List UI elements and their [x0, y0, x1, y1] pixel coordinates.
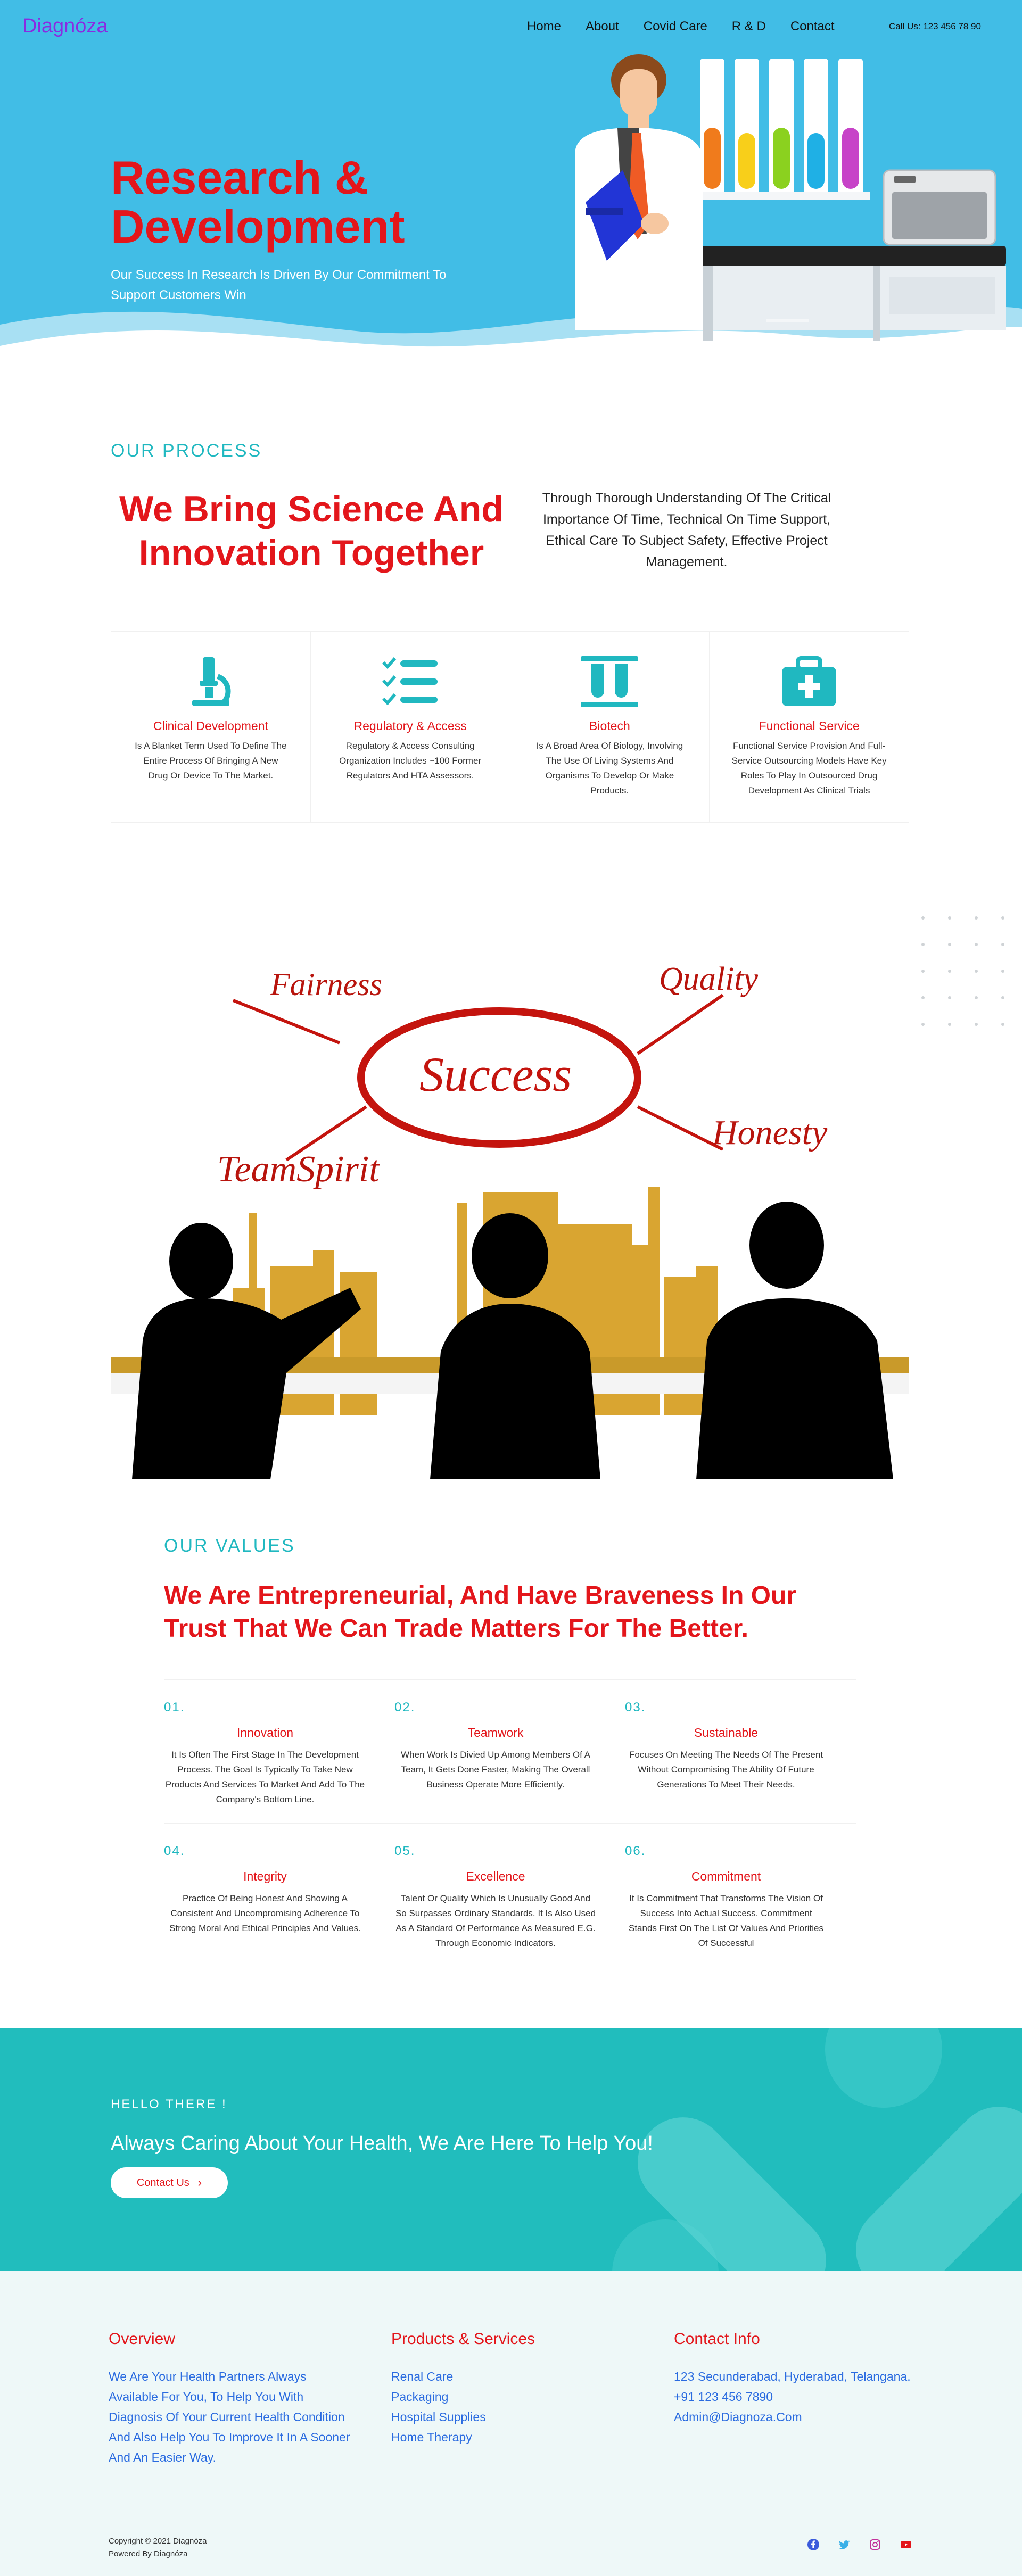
call-us-text: Call Us: 123 456 78 90 — [889, 21, 981, 31]
footer-products-title: Products & Services — [391, 2330, 535, 2348]
process-card-title: Functional Service — [759, 719, 860, 733]
values-grid: 01. Innovation It Is Often The First Sta… — [164, 1679, 856, 1967]
medical-kit-icon — [782, 656, 837, 706]
process-card-biotech: Biotech Is A Broad Area Of Biology, Invo… — [510, 632, 710, 822]
footer-email[interactable]: Admin@Diagnoza.Com — [674, 2407, 911, 2427]
value-title: Integrity — [243, 1869, 287, 1883]
footer-contact-list: 123 Secunderabad, Hyderabad, Telangana. … — [674, 2366, 911, 2427]
nav-about[interactable]: About — [586, 19, 619, 34]
cta-section: HELLO THERE ! Always Caring About Your H… — [0, 2028, 1022, 2271]
nav-r-and-d[interactable]: R & D — [732, 19, 766, 34]
scientist-lab-illustration — [575, 54, 1006, 341]
value-item-integrity: 04. Integrity Practice Of Being Honest A… — [164, 1844, 394, 1967]
footer-link-home-therapy[interactable]: Home Therapy — [391, 2427, 486, 2447]
site-logo[interactable]: Diagnóza — [22, 15, 108, 38]
value-desc: Practice Of Being Honest And Showing A C… — [169, 1893, 361, 1933]
value-item-excellence: 05. Excellence Talent Or Quality Which I… — [394, 1844, 625, 1967]
value-item-sustainable: 03. Sustainable Focuses On Meeting The N… — [625, 1700, 855, 1823]
instagram-icon[interactable] — [869, 2538, 881, 2551]
value-item-teamwork: 02. Teamwork When Work Is Divied Up Amon… — [394, 1700, 625, 1823]
value-number: 02. — [394, 1700, 416, 1714]
value-item-innovation: 01. Innovation It Is Often The First Sta… — [164, 1700, 394, 1823]
illustration-word-teamspirit: TeamSpirit — [217, 1149, 380, 1190]
checklist-icon — [382, 657, 438, 706]
footer: Overview We Are Your Health Partners Alw… — [0, 2271, 1022, 2576]
twitter-icon[interactable] — [838, 2538, 851, 2551]
nav-contact[interactable]: Contact — [790, 19, 835, 34]
value-title: Sustainable — [694, 1726, 759, 1740]
value-desc: When Work Is Divied Up Among Members Of … — [401, 1750, 590, 1790]
copyright-text: Copyright © 2021 Diagnóza — [109, 2537, 207, 2546]
value-desc: It Is Often The First Stage In The Devel… — [165, 1750, 365, 1804]
nav-home[interactable]: Home — [527, 19, 561, 34]
main-nav: Home About Covid Care R & D Contact — [527, 19, 859, 34]
chevron-right-icon: › — [197, 2176, 202, 2189]
cta-eyebrow: HELLO THERE ! — [111, 2097, 227, 2111]
value-item-commitment: 06. Commitment It Is Commitment That Tra… — [625, 1844, 855, 1967]
process-title: We Bring Science And Innovation Together — [119, 489, 504, 573]
process-card-desc: Functional Service Provision And Full-Se… — [731, 741, 887, 796]
value-title: Excellence — [466, 1869, 525, 1883]
process-card-title: Biotech — [589, 719, 630, 733]
footer-overview-title: Overview — [109, 2330, 176, 2348]
value-number: 06. — [625, 1844, 646, 1858]
process-card-desc: Is A Broad Area Of Biology, Involving Th… — [536, 741, 683, 796]
page-title: Research & Development — [111, 151, 405, 253]
value-desc: Focuses On Meeting The Needs Of The Pres… — [629, 1750, 823, 1790]
decorative-dots — [921, 916, 1004, 1026]
value-number: 04. — [164, 1844, 185, 1858]
process-card-clinical: Clinical Development Is A Blanket Term U… — [111, 632, 311, 822]
value-title: Teamwork — [467, 1726, 524, 1740]
process-card-title: Regulatory & Access — [353, 719, 467, 733]
values-eyebrow: OUR VALUES — [164, 1536, 295, 1556]
footer-copyright: Copyright © 2021 Diagnóza Powered By Dia… — [109, 2535, 207, 2561]
hero-section: Diagnóza Home About Covid Care R & D Con… — [0, 0, 1022, 372]
powered-by-text: Powered By Diagnóza — [109, 2549, 188, 2558]
footer-link-hospital-supplies[interactable]: Hospital Supplies — [391, 2407, 486, 2427]
social-links — [807, 2538, 912, 2551]
value-desc: Talent Or Quality Which Is Unusually Goo… — [395, 1893, 596, 1948]
hero-subtitle: Our Success In Research Is Driven By Our… — [111, 268, 447, 302]
microscope-icon — [192, 657, 231, 706]
footer-phone[interactable]: +91 123 456 7890 — [674, 2387, 911, 2407]
value-number: 03. — [625, 1700, 646, 1714]
youtube-icon[interactable] — [900, 2538, 912, 2551]
process-card-regulatory: Regulatory & Access Regulatory & Access … — [311, 632, 510, 822]
values-title: We Are Entrepreneurial, And Have Bravene… — [164, 1581, 796, 1643]
footer-link-renal-care[interactable]: Renal Care — [391, 2366, 486, 2387]
test-tubes-icon — [581, 656, 639, 707]
cta-title: Always Caring About Your Health, We Are … — [111, 2132, 653, 2155]
facebook-icon[interactable] — [807, 2538, 820, 2551]
illustration-word-success: Success — [419, 1047, 572, 1101]
illustration-word-honesty: Honesty — [712, 1113, 828, 1152]
process-description: Through Thorough Understanding Of The Cr… — [542, 491, 831, 569]
value-number: 05. — [394, 1844, 416, 1858]
nav-covid-care[interactable]: Covid Care — [644, 19, 707, 34]
values-row: 01. Innovation It Is Often The First Sta… — [164, 1679, 856, 1823]
value-desc: It Is Commitment That Transforms The Vis… — [629, 1893, 823, 1948]
contact-us-label: Contact Us — [136, 2176, 189, 2189]
value-title: Commitment — [691, 1869, 761, 1883]
process-cards: Clinical Development Is A Blanket Term U… — [111, 631, 909, 823]
illustration-word-quality: Quality — [659, 961, 758, 997]
process-eyebrow: OUR PROCESS — [111, 441, 262, 461]
illustration-word-fairness: Fairness — [270, 967, 382, 1002]
process-card-desc: Regulatory & Access Consulting Organizat… — [339, 741, 482, 781]
footer-products-list: Renal Care Packaging Hospital Supplies H… — [391, 2366, 486, 2447]
footer-link-packaging[interactable]: Packaging — [391, 2387, 486, 2407]
value-title: Innovation — [236, 1726, 294, 1740]
footer-address: 123 Secunderabad, Hyderabad, Telangana. — [674, 2370, 911, 2383]
values-row: 04. Integrity Practice Of Being Honest A… — [164, 1823, 856, 1967]
success-teamwork-illustration: Fairness Quality Success Honesty TeamSpi… — [111, 961, 909, 1479]
process-card-functional: Functional Service Functional Service Pr… — [710, 632, 909, 822]
process-card-title: Clinical Development — [153, 719, 268, 733]
footer-contact-title: Contact Info — [674, 2330, 760, 2348]
value-number: 01. — [164, 1700, 185, 1714]
footer-overview-text: We Are Your Health Partners Always Avail… — [109, 2370, 350, 2464]
process-card-desc: Is A Blanket Term Used To Define The Ent… — [135, 741, 287, 781]
contact-us-button[interactable]: Contact Us › — [111, 2167, 228, 2198]
